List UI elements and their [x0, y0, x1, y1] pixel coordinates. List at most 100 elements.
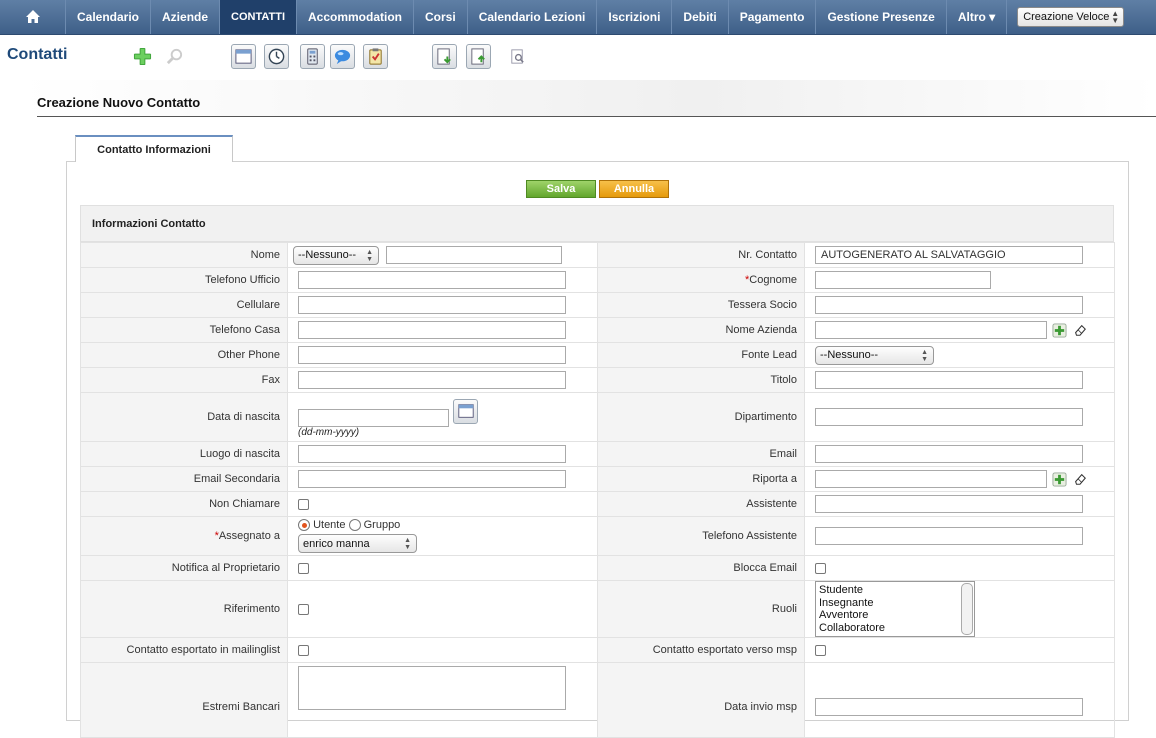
label-riporta-a: Riporta a — [597, 466, 805, 492]
select-arrows-icon: ▲ ▼ — [921, 348, 928, 363]
birth-date-input[interactable] — [298, 408, 449, 427]
salutation-value: --Nessuno-- — [298, 249, 357, 261]
exported-mailinglist-checkbox[interactable] — [298, 644, 309, 656]
role-option[interactable]: Avventore — [819, 609, 971, 622]
listbox-scrollbar[interactable] — [961, 583, 973, 635]
chat-icon — [334, 49, 351, 65]
last-name-input[interactable] — [815, 271, 991, 289]
add-reports-to-icon[interactable] — [1052, 471, 1067, 487]
label-fonte-lead: Fonte Lead — [597, 342, 805, 368]
find-duplicates-button[interactable] — [505, 44, 530, 69]
assistant-input[interactable] — [815, 495, 1083, 513]
do-not-call-checkbox[interactable] — [298, 498, 309, 510]
label-nr-contatto: Nr. Contatto — [597, 242, 805, 268]
roles-listbox[interactable]: Studente Insegnante Avventore Collaborat… — [815, 581, 975, 637]
block-email-checkbox[interactable] — [815, 562, 826, 574]
top-navigation: Calendario Aziende CONTATTI Accommodatio… — [0, 0, 1156, 35]
label-non-chiamare: Non Chiamare — [80, 491, 288, 517]
label-tessera-socio: Tessera Socio — [597, 292, 805, 318]
tab-contatto-informazioni[interactable]: Contatto Informazioni — [75, 135, 233, 162]
home-phone-input[interactable] — [298, 321, 566, 339]
label-email-secondaria: Email Secondaria — [80, 466, 288, 492]
label-telefono-assistente: Telefono Assistente — [597, 516, 805, 556]
nav-gestione-presenze[interactable]: Gestione Presenze — [816, 0, 947, 34]
assign-group-radio[interactable] — [348, 519, 361, 532]
reports-to-input[interactable] — [815, 470, 1047, 488]
quick-create-value: Creazione Veloce — [1023, 11, 1110, 23]
calendar-button[interactable] — [231, 44, 256, 69]
chat-button[interactable] — [330, 44, 355, 69]
nav-iscrizioni[interactable]: Iscrizioni — [597, 0, 673, 34]
export-button[interactable] — [466, 44, 491, 69]
mobile-input[interactable] — [298, 296, 566, 314]
label-titolo: Titolo — [597, 367, 805, 393]
clock-button[interactable] — [264, 44, 289, 69]
notify-owner-checkbox[interactable] — [298, 562, 309, 574]
nav-aziende[interactable]: Aziende — [151, 0, 221, 34]
first-name-input[interactable] — [386, 246, 563, 264]
label-estremi-bancari: Estremi Bancari — [80, 662, 288, 738]
secondary-email-input[interactable] — [298, 470, 566, 488]
import-icon — [437, 48, 451, 65]
label-notifica-proprietario: Notifica al Proprietario — [80, 555, 288, 581]
label-assistente: Assistente — [597, 491, 805, 517]
clear-reports-to-icon[interactable] — [1073, 472, 1087, 486]
quick-create-select[interactable]: Creazione Veloce ▲ ▼ — [1017, 7, 1125, 27]
nav-pagamento[interactable]: Pagamento — [729, 0, 817, 34]
label-riferimento: Riferimento — [80, 580, 288, 638]
label-assegnato-a-text: Assegnato a — [218, 530, 280, 542]
company-name-input[interactable] — [815, 321, 1047, 339]
select-arrows-icon: ▲ ▼ — [1111, 9, 1120, 25]
calendar-icon — [235, 49, 252, 64]
department-input[interactable] — [815, 408, 1083, 426]
calculator-button[interactable] — [300, 44, 325, 69]
fax-input[interactable] — [298, 371, 566, 389]
nav-calendario[interactable]: Calendario — [66, 0, 152, 34]
cancel-button[interactable]: Annulla — [599, 180, 669, 198]
create-contact-button[interactable] — [130, 44, 155, 69]
msp-send-date-input[interactable] — [815, 698, 1083, 716]
export-icon — [471, 48, 485, 65]
nav-corsi[interactable]: Corsi — [414, 0, 468, 34]
label-luogo-nascita: Luogo di nascita — [80, 441, 288, 467]
nav-debiti[interactable]: Debiti — [672, 0, 729, 34]
nav-altro-menu[interactable]: Altro ▾ — [947, 0, 1008, 34]
save-button[interactable]: Salva — [526, 180, 596, 198]
label-esportato-msp: Contatto esportato verso msp — [597, 637, 805, 663]
salutation-select[interactable]: --Nessuno-- ▲ ▼ — [293, 245, 379, 265]
add-company-icon[interactable] — [1052, 322, 1067, 338]
member-card-input[interactable] — [815, 296, 1083, 314]
label-nome: Nome — [80, 242, 288, 268]
module-title[interactable]: Contatti — [7, 46, 67, 64]
office-phone-input[interactable] — [298, 271, 566, 289]
role-option[interactable]: Studente — [819, 584, 971, 597]
reference-checkbox[interactable] — [298, 603, 309, 615]
date-picker-button[interactable] — [453, 398, 478, 424]
assigned-user-select[interactable]: enrico manna ▲ ▼ — [298, 534, 417, 554]
nav-accommodation[interactable]: Accommodation — [297, 0, 415, 34]
import-button[interactable] — [432, 44, 457, 69]
role-option[interactable]: Insegnante — [819, 597, 971, 610]
label-nome-azienda: Nome Azienda — [597, 317, 805, 343]
contact-number-input[interactable]: AUTOGENERATO AL SALVATAGGIO — [815, 246, 1083, 264]
nav-calendario-lezioni[interactable]: Calendario Lezioni — [468, 0, 598, 34]
exported-msp-checkbox[interactable] — [815, 644, 826, 656]
nav-contatti[interactable]: CONTATTI — [220, 0, 297, 34]
clipboard-button[interactable] — [363, 44, 388, 69]
home-icon[interactable] — [0, 0, 66, 34]
label-blocca-email: Blocca Email — [597, 555, 805, 581]
search-button[interactable] — [162, 44, 187, 69]
birth-place-input[interactable] — [298, 445, 566, 463]
lead-source-select[interactable]: --Nessuno-- ▲ ▼ — [815, 345, 934, 365]
select-arrows-icon: ▲ ▼ — [366, 248, 373, 263]
other-phone-input[interactable] — [298, 346, 566, 364]
label-telefono-casa: Telefono Casa — [80, 317, 288, 343]
clear-company-icon[interactable] — [1073, 323, 1087, 337]
title-input[interactable] — [815, 371, 1083, 389]
clipboard-icon — [369, 48, 382, 65]
assign-user-radio[interactable] — [298, 519, 310, 532]
assistant-phone-input[interactable] — [815, 527, 1083, 545]
email-input[interactable] — [815, 445, 1083, 463]
role-option[interactable]: Collaboratore — [819, 622, 971, 635]
bank-details-textarea[interactable] — [298, 666, 566, 710]
